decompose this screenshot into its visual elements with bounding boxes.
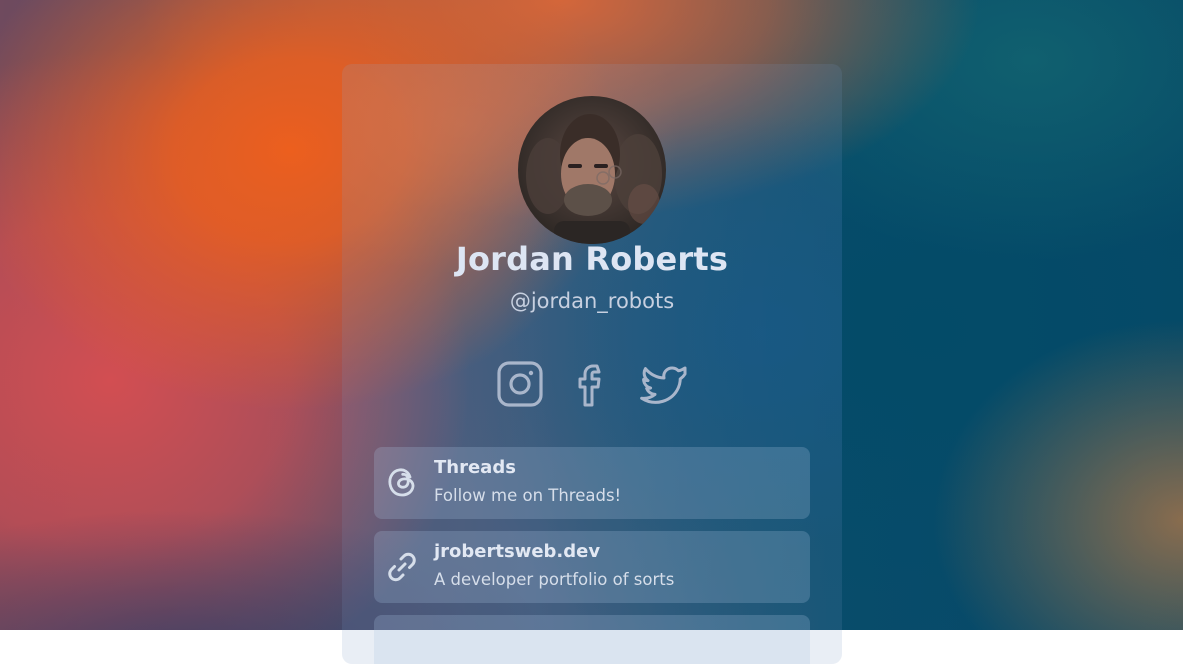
threads-icon bbox=[382, 463, 422, 503]
profile-name: Jordan Roberts bbox=[455, 240, 729, 278]
link-title: jrobertsweb.dev bbox=[434, 541, 601, 562]
facebook-icon bbox=[578, 364, 601, 407]
avatar-photo bbox=[518, 96, 666, 244]
profile-handle: @jordan_robots bbox=[509, 289, 675, 313]
link-title: Threads bbox=[434, 457, 516, 478]
instagram-link[interactable] bbox=[495, 359, 545, 409]
link-button-portfolio[interactable]: jrobertsweb.dev A developer portfolio of… bbox=[374, 531, 810, 603]
twitter-icon bbox=[640, 366, 687, 404]
link-description: Follow me on Threads! bbox=[434, 486, 622, 505]
facebook-link[interactable] bbox=[567, 359, 617, 409]
link-description: A developer portfolio of sorts bbox=[434, 570, 675, 589]
instagram-icon bbox=[497, 361, 543, 407]
twitter-link[interactable] bbox=[639, 359, 689, 409]
link-button-3[interactable] bbox=[374, 615, 810, 664]
link-icon bbox=[382, 547, 422, 587]
link-button-threads[interactable]: Threads Follow me on Threads! bbox=[374, 447, 810, 519]
social-icons-row bbox=[342, 359, 842, 409]
profile-card: Jordan Roberts @jordan_robots Threads Fo… bbox=[342, 64, 842, 664]
avatar bbox=[518, 96, 666, 244]
